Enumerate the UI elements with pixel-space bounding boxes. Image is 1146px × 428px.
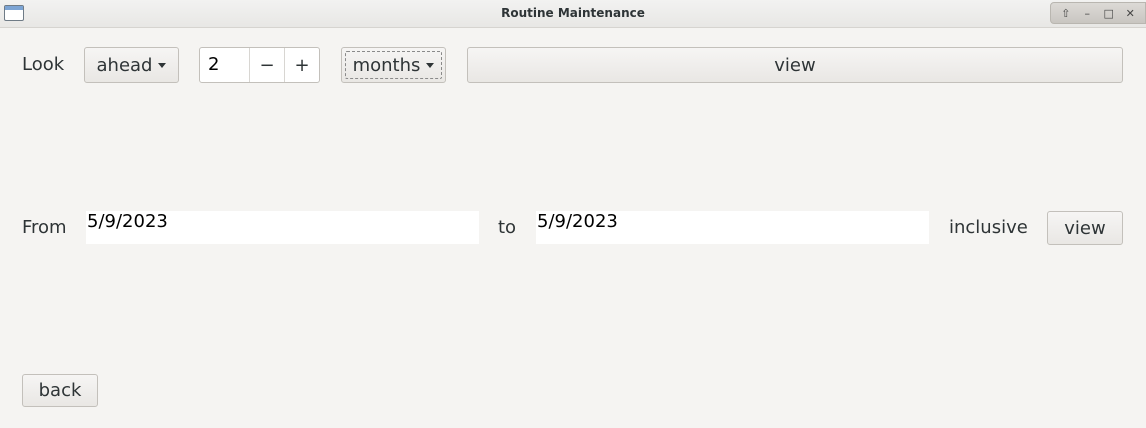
unit-dropdown[interactable]: months xyxy=(341,47,446,83)
minimize-icon[interactable]: – xyxy=(1079,5,1095,21)
amount-value[interactable]: 2 xyxy=(200,48,249,82)
to-label: to xyxy=(498,217,517,238)
decrement-button[interactable]: − xyxy=(249,48,284,82)
amount-spinner[interactable]: 2 − + xyxy=(199,47,320,83)
direction-value: ahead xyxy=(96,54,153,76)
back-button[interactable]: back xyxy=(22,374,98,407)
to-date-field[interactable]: 5/9/2023 xyxy=(536,211,929,244)
window-title: Routine Maintenance xyxy=(501,6,645,20)
shade-up-icon[interactable]: ⇧ xyxy=(1058,5,1074,21)
dropdown-arrow-icon xyxy=(426,62,435,68)
look-label: Look xyxy=(22,54,65,75)
title-bar: Routine Maintenance ⇧ – □ ✕ xyxy=(0,0,1146,28)
dropdown-arrow-icon xyxy=(158,62,167,68)
maximize-icon[interactable]: □ xyxy=(1101,5,1117,21)
close-icon[interactable]: ✕ xyxy=(1122,5,1138,21)
direction-dropdown[interactable]: ahead xyxy=(84,47,179,83)
increment-button[interactable]: + xyxy=(284,48,319,82)
from-date-field[interactable]: 5/9/2023 xyxy=(86,211,479,244)
unit-value: months xyxy=(352,54,421,76)
window-controls: ⇧ – □ ✕ xyxy=(1050,2,1146,24)
range-view-button[interactable]: view xyxy=(1047,211,1123,245)
look-view-button[interactable]: view xyxy=(467,47,1123,83)
from-label: From xyxy=(22,217,67,238)
inclusive-label: inclusive xyxy=(949,217,1028,238)
